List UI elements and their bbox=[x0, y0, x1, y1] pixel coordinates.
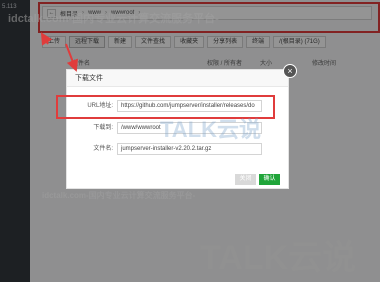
dialog-title: 下载文件 bbox=[67, 70, 288, 87]
filename-label: 文件名: bbox=[93, 146, 113, 152]
filename-input[interactable]: jumpserver-installer-v2.20.2.tar.gz bbox=[117, 143, 262, 155]
dir-row: 下载到: /www/wwwroot bbox=[67, 122, 290, 134]
dir-label: 下载到: bbox=[93, 125, 113, 131]
filename-row: 文件名: jumpserver-installer-v2.20.2.tar.gz bbox=[67, 143, 290, 155]
close-button[interactable]: 关闭 bbox=[235, 174, 256, 185]
dir-input[interactable]: /www/wwwroot bbox=[117, 122, 262, 134]
confirm-button[interactable]: 确认 bbox=[259, 174, 280, 185]
highlight-box-url bbox=[56, 95, 275, 119]
close-icon[interactable]: × bbox=[283, 64, 297, 78]
download-dialog: 下载文件 × URL地址: https://github.com/jumpser… bbox=[66, 64, 297, 189]
